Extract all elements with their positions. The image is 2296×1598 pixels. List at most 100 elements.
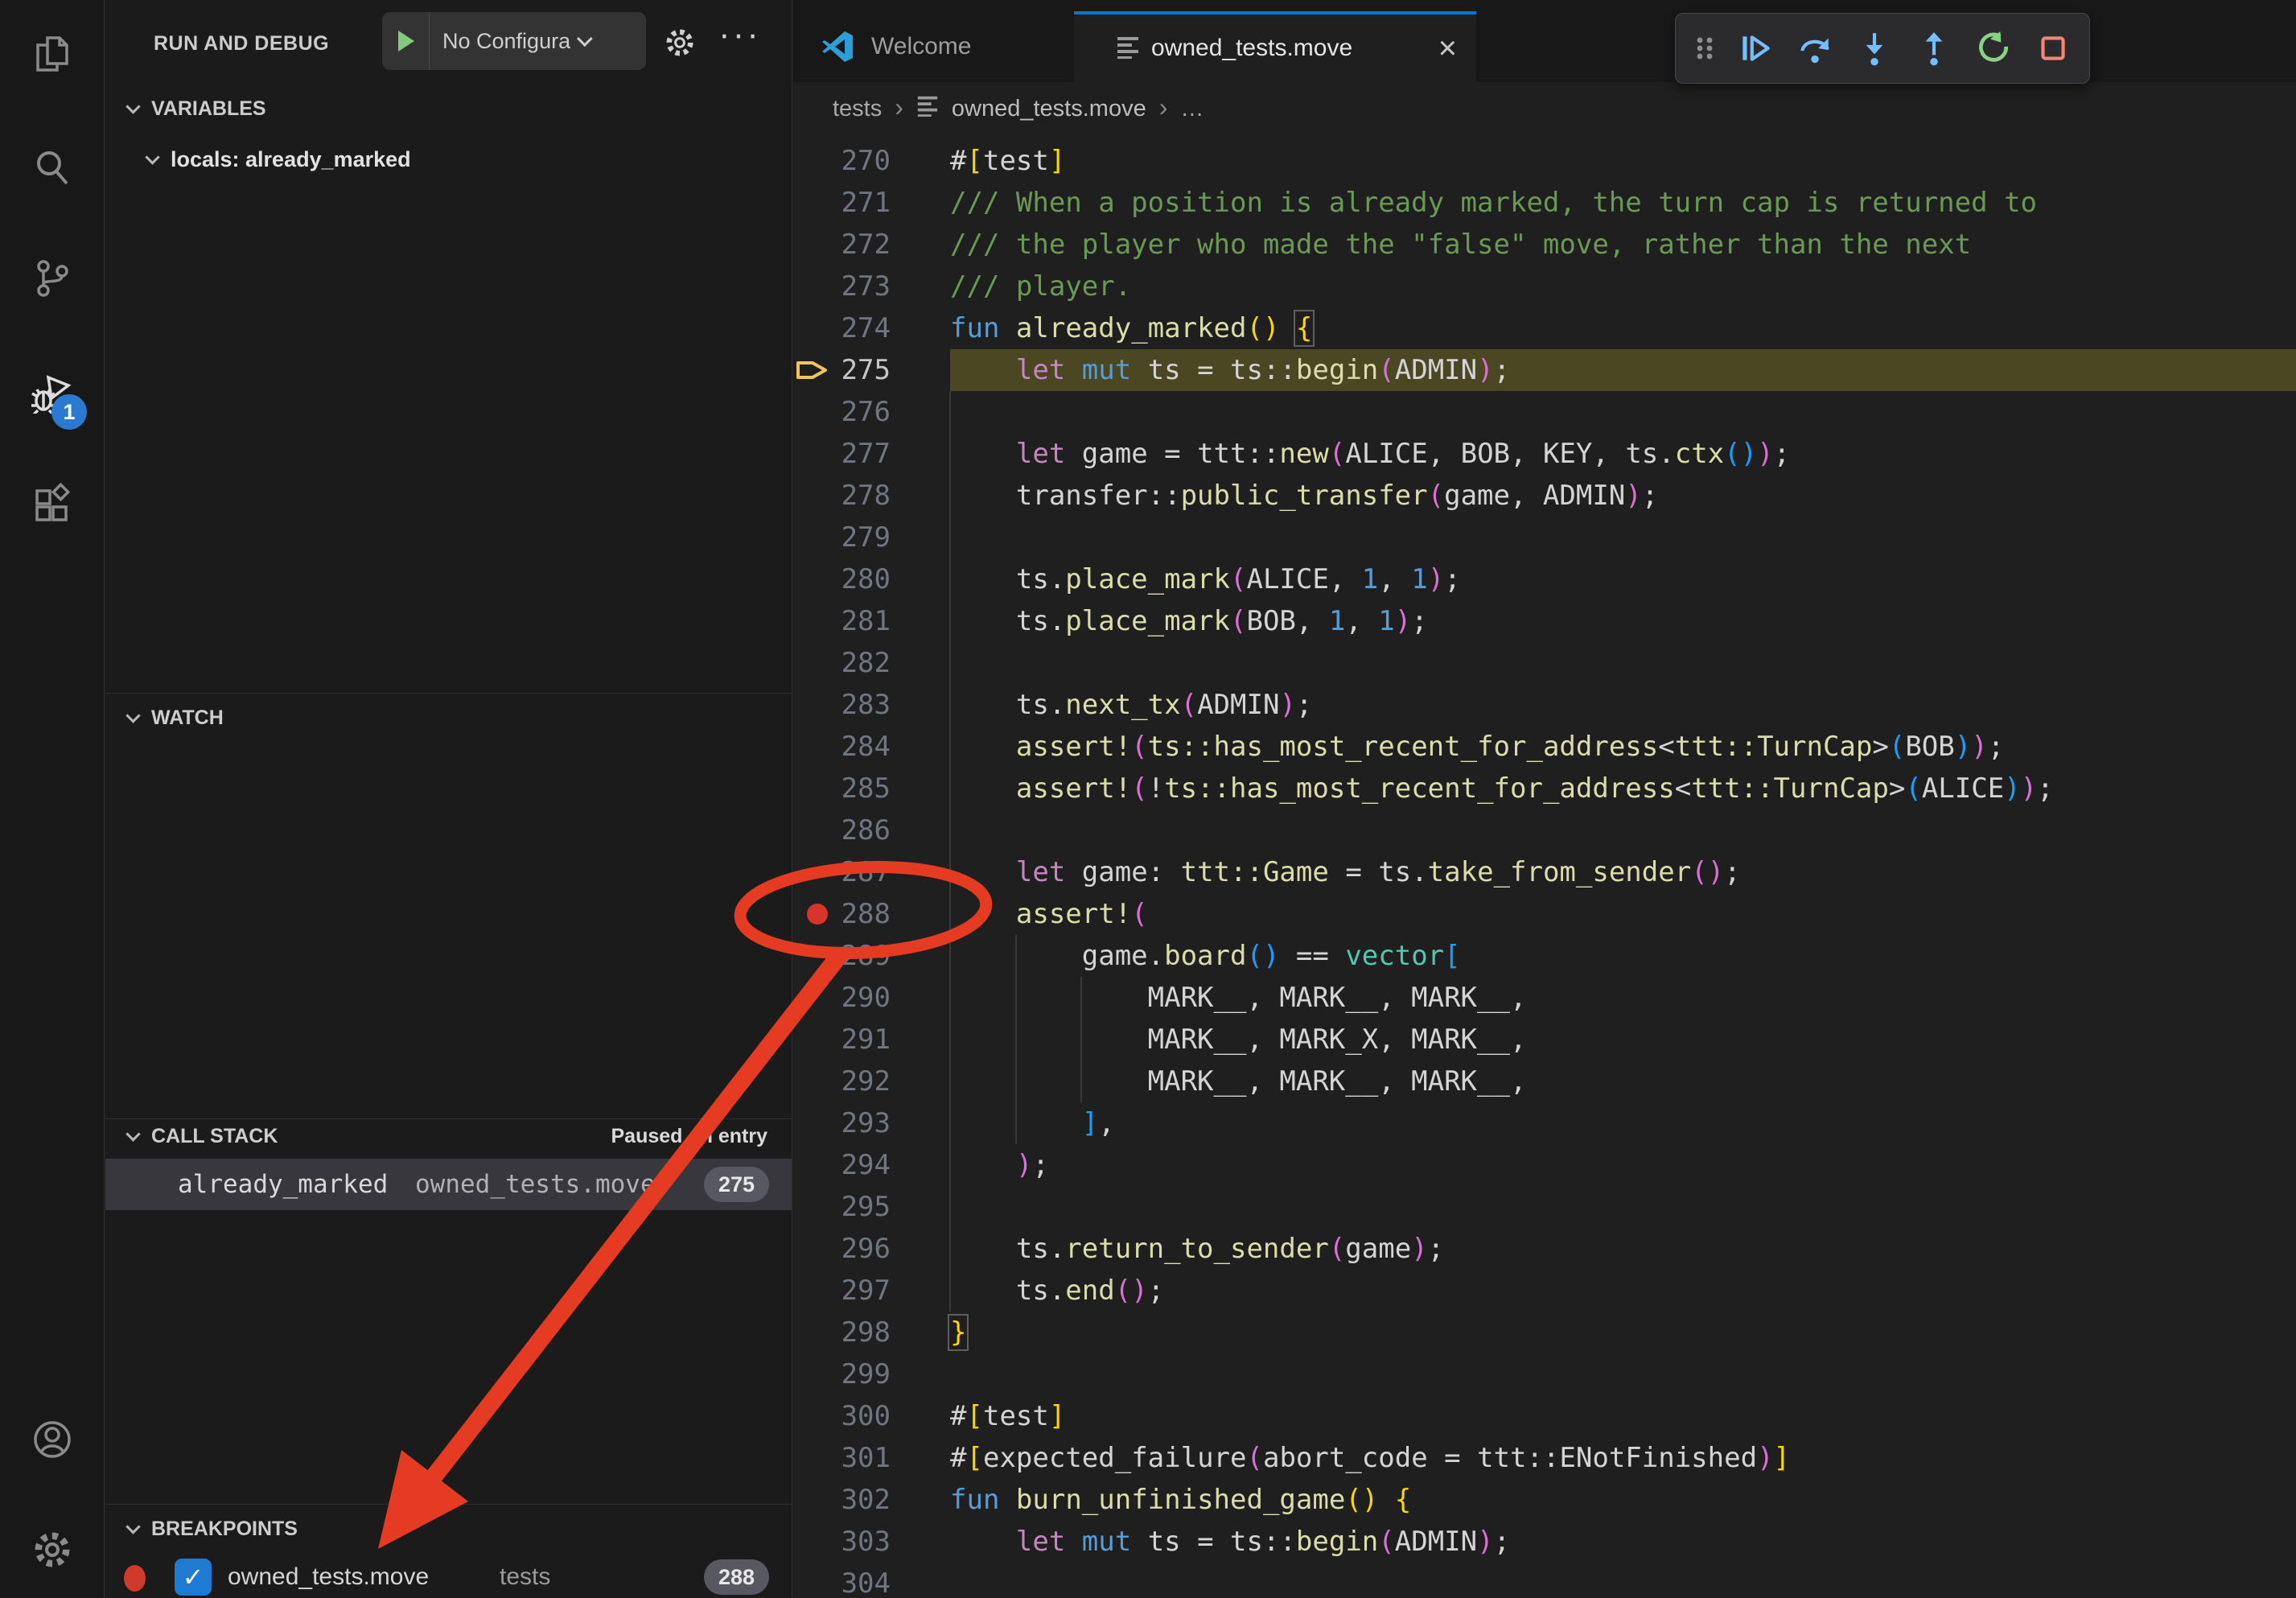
code-line[interactable]: 281 ts.place_mark(BOB, 1, 1); bbox=[793, 600, 2296, 642]
line-number[interactable]: 275 bbox=[793, 349, 950, 391]
code-text[interactable] bbox=[950, 1353, 2296, 1395]
code-line[interactable]: 283 ts.next_tx(ADMIN); bbox=[793, 684, 2296, 726]
code-line[interactable]: 289 game.board() == vector[ bbox=[793, 935, 2296, 977]
step-over-button[interactable] bbox=[1787, 23, 1843, 74]
code-text[interactable]: ts.next_tx(ADMIN); bbox=[950, 684, 2296, 726]
code-text[interactable] bbox=[950, 642, 2296, 684]
code-text[interactable]: } bbox=[950, 1312, 2296, 1353]
code-text[interactable]: MARK__, MARK__, MARK__, bbox=[950, 977, 2296, 1019]
code-line[interactable]: 279 bbox=[793, 517, 2296, 558]
search-icon[interactable] bbox=[31, 147, 73, 189]
breakpoint-list-item[interactable]: ✓ owned_tests.move tests 288 bbox=[105, 1558, 792, 1598]
line-number[interactable]: 288 bbox=[793, 893, 950, 935]
code-line[interactable]: 273/// player. bbox=[793, 266, 2296, 307]
line-number[interactable]: 292 bbox=[793, 1061, 950, 1102]
source-control-icon[interactable] bbox=[31, 257, 73, 299]
line-number[interactable]: 300 bbox=[793, 1395, 950, 1437]
code-line[interactable]: 293 ], bbox=[793, 1102, 2296, 1144]
line-number[interactable]: 280 bbox=[793, 558, 950, 600]
breadcrumb-folder[interactable]: tests bbox=[833, 96, 882, 122]
code-text[interactable]: /// When a position is already marked, t… bbox=[950, 182, 2296, 224]
line-number[interactable]: 285 bbox=[793, 768, 950, 809]
code-line[interactable]: 282 bbox=[793, 642, 2296, 684]
gear-icon[interactable] bbox=[664, 27, 696, 63]
code-line[interactable]: 295 bbox=[793, 1186, 2296, 1228]
code-line[interactable]: 290 MARK__, MARK__, MARK__, bbox=[793, 977, 2296, 1019]
line-number[interactable]: 283 bbox=[793, 684, 950, 726]
line-number[interactable]: 276 bbox=[793, 391, 950, 433]
breakpoint-dot-icon[interactable] bbox=[807, 904, 828, 925]
code-text[interactable]: fun burn_unfinished_game() { bbox=[950, 1479, 2296, 1521]
line-number[interactable]: 282 bbox=[793, 642, 950, 684]
code-line[interactable]: 304 bbox=[793, 1563, 2296, 1598]
line-number[interactable]: 287 bbox=[793, 851, 950, 893]
code-line[interactable]: 288 assert!( bbox=[793, 893, 2296, 935]
line-number[interactable]: 279 bbox=[793, 517, 950, 558]
settings-gear-icon[interactable] bbox=[31, 1529, 73, 1571]
code-text[interactable]: MARK__, MARK_X, MARK__, bbox=[950, 1019, 2296, 1061]
step-out-button[interactable] bbox=[1906, 23, 1962, 74]
extensions-icon[interactable] bbox=[31, 483, 73, 525]
code-line[interactable]: 274fun already_marked() { bbox=[793, 307, 2296, 349]
code-text[interactable]: game.board() == vector[ bbox=[950, 935, 2296, 977]
line-number[interactable]: 278 bbox=[793, 475, 950, 517]
code-text[interactable]: let game = ttt::new(ALICE, BOB, KEY, ts.… bbox=[950, 433, 2296, 475]
code-text[interactable]: transfer::public_transfer(game, ADMIN); bbox=[950, 475, 2296, 517]
code-line[interactable]: 270#[test] bbox=[793, 140, 2296, 182]
code-text[interactable]: let game: ttt::Game = ts.take_from_sende… bbox=[950, 851, 2296, 893]
stop-button[interactable] bbox=[2025, 23, 2081, 74]
explorer-icon[interactable] bbox=[31, 33, 73, 75]
tab-welcome[interactable]: Welcome bbox=[793, 11, 1072, 82]
tab-owned-tests[interactable]: owned_tests.move × bbox=[1074, 11, 1476, 82]
code-text[interactable]: ts.end(); bbox=[950, 1270, 2296, 1312]
code-text[interactable] bbox=[950, 391, 2296, 433]
code-line[interactable]: 275 let mut ts = ts::begin(ADMIN); bbox=[793, 349, 2296, 391]
code-line[interactable]: 271/// When a position is already marked… bbox=[793, 182, 2296, 224]
variables-section-header[interactable]: VARIABLES bbox=[105, 90, 792, 127]
code-text[interactable]: ts.return_to_sender(game); bbox=[950, 1228, 2296, 1270]
line-number[interactable]: 290 bbox=[793, 977, 950, 1019]
code-line[interactable]: 287 let game: ttt::Game = ts.take_from_s… bbox=[793, 851, 2296, 893]
line-number[interactable]: 303 bbox=[793, 1521, 950, 1563]
code-line[interactable]: 278 transfer::public_transfer(game, ADMI… bbox=[793, 475, 2296, 517]
code-line[interactable]: 303 let mut ts = ts::begin(ADMIN); bbox=[793, 1521, 2296, 1563]
line-number[interactable]: 270 bbox=[793, 140, 950, 182]
code-text[interactable]: fun already_marked() { bbox=[950, 307, 2296, 349]
step-into-button[interactable] bbox=[1846, 23, 1903, 74]
code-text[interactable]: assert!( bbox=[950, 893, 2296, 935]
breakpoints-section-header[interactable]: BREAKPOINTS bbox=[105, 1508, 792, 1550]
code-text[interactable]: assert!(!ts::has_most_recent_for_address… bbox=[950, 768, 2296, 809]
line-number[interactable]: 286 bbox=[793, 809, 950, 851]
code-line[interactable]: 294 ); bbox=[793, 1144, 2296, 1186]
line-number[interactable]: 299 bbox=[793, 1353, 950, 1395]
line-number[interactable]: 302 bbox=[793, 1479, 950, 1521]
code-text[interactable]: MARK__, MARK__, MARK__, bbox=[950, 1061, 2296, 1102]
breakpoint-checkbox[interactable]: ✓ bbox=[175, 1559, 212, 1596]
line-number[interactable]: 271 bbox=[793, 182, 950, 224]
watch-section-header[interactable]: WATCH bbox=[105, 697, 792, 739]
line-number[interactable]: 272 bbox=[793, 224, 950, 266]
more-actions-icon[interactable]: ··· bbox=[718, 14, 761, 55]
code-line[interactable]: 301#[expected_failure(abort_code = ttt::… bbox=[793, 1437, 2296, 1479]
line-number[interactable]: 301 bbox=[793, 1437, 950, 1479]
code-line[interactable]: 286 bbox=[793, 809, 2296, 851]
line-number[interactable]: 296 bbox=[793, 1228, 950, 1270]
code-text[interactable]: let mut ts = ts::begin(ADMIN); bbox=[950, 1521, 2296, 1563]
code-line[interactable]: 298} bbox=[793, 1312, 2296, 1353]
code-line[interactable]: 285 assert!(!ts::has_most_recent_for_add… bbox=[793, 768, 2296, 809]
restart-button[interactable] bbox=[1965, 23, 2022, 74]
line-number[interactable]: 281 bbox=[793, 600, 950, 642]
code-text[interactable]: ts.place_mark(ALICE, 1, 1); bbox=[950, 558, 2296, 600]
code-line[interactable]: 284 assert!(ts::has_most_recent_for_addr… bbox=[793, 726, 2296, 768]
code-line[interactable]: 300#[test] bbox=[793, 1395, 2296, 1437]
line-number[interactable]: 274 bbox=[793, 307, 950, 349]
code-line[interactable]: 291 MARK__, MARK_X, MARK__, bbox=[793, 1019, 2296, 1061]
code-editor[interactable]: 270#[test]271/// When a position is alre… bbox=[793, 135, 2296, 1598]
code-line[interactable]: 302fun burn_unfinished_game() { bbox=[793, 1479, 2296, 1521]
code-text[interactable]: ], bbox=[950, 1102, 2296, 1144]
code-line[interactable]: 296 ts.return_to_sender(game); bbox=[793, 1228, 2296, 1270]
breadcrumb-more[interactable]: … bbox=[1180, 96, 1204, 122]
code-text[interactable]: #[expected_failure(abort_code = ttt::ENo… bbox=[950, 1437, 2296, 1479]
config-dropdown[interactable]: No Configura bbox=[430, 29, 570, 54]
code-text[interactable]: let mut ts = ts::begin(ADMIN); bbox=[950, 349, 2296, 391]
